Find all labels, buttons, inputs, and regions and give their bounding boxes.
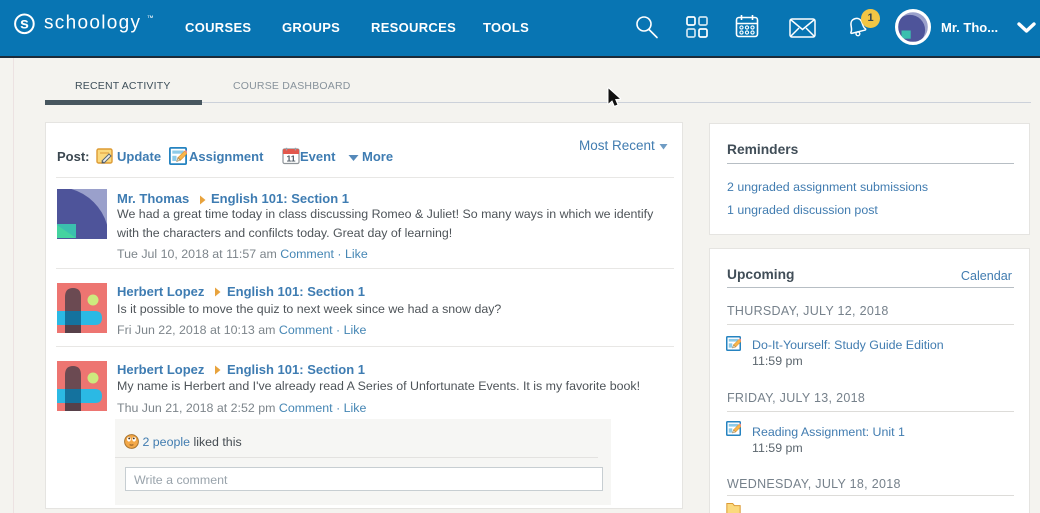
svg-text:™: ™ xyxy=(147,15,154,22)
svg-text:11: 11 xyxy=(287,154,296,164)
svg-text:schoology: schoology xyxy=(44,13,141,34)
svg-text:s: s xyxy=(20,15,29,32)
